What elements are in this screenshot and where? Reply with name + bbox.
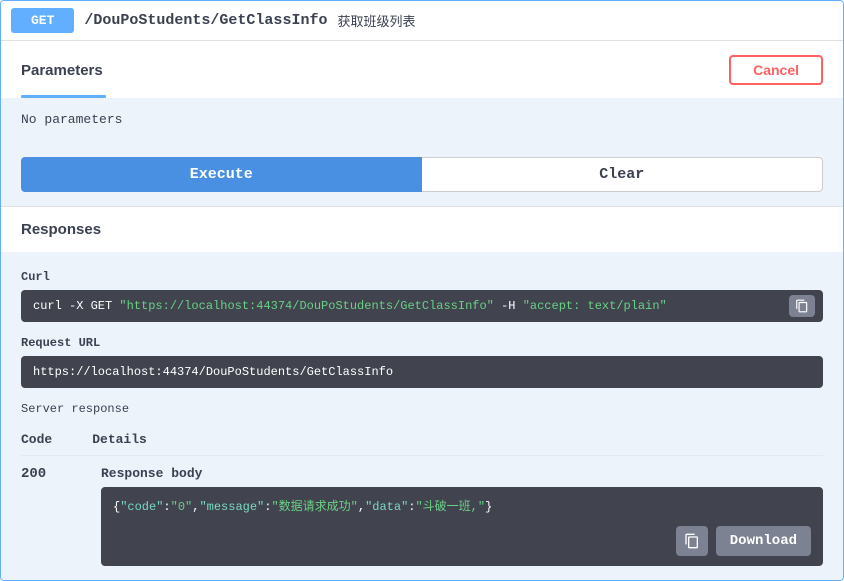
responses-title: Responses — [21, 221, 101, 238]
rb-val-message: "数据请求成功" — [271, 500, 357, 514]
curl-mid: -H — [494, 299, 523, 313]
parameters-body: No parameters Execute Clear — [1, 98, 843, 206]
rb-val-code: "0" — [171, 500, 193, 514]
response-body-label: Response body — [101, 466, 823, 481]
download-button[interactable]: Download — [716, 526, 811, 556]
clipboard-icon — [684, 533, 700, 549]
parameters-section: Parameters Cancel — [1, 41, 843, 98]
details-column-header: Details — [92, 432, 147, 447]
request-url-label: Request URL — [21, 336, 823, 350]
rb-key-code: "code" — [120, 500, 163, 514]
response-body-block: {"code":"0","message":"数据请求成功","data":"斗… — [101, 487, 823, 566]
endpoint-path: /DouPoStudents/GetClassInfo — [84, 12, 327, 29]
curl-header: "accept: text/plain" — [523, 299, 667, 313]
curl-command-block: curl -X GET "https://localhost:44374/Dou… — [21, 290, 823, 322]
operation-header[interactable]: GET /DouPoStudents/GetClassInfo 获取班级列表 — [1, 1, 843, 41]
server-response-label: Server response — [21, 402, 823, 416]
rb-val-data: "斗破一班," — [415, 500, 485, 514]
request-url-value: https://localhost:44374/DouPoStudents/Ge… — [33, 365, 393, 379]
api-operation-panel: GET /DouPoStudents/GetClassInfo 获取班级列表 P… — [0, 0, 844, 581]
rb-colon1: : — [163, 500, 170, 514]
clear-button[interactable]: Clear — [422, 157, 824, 192]
request-url-block: https://localhost:44374/DouPoStudents/Ge… — [21, 356, 823, 388]
execute-button[interactable]: Execute — [21, 157, 422, 192]
code-column-header: Code — [21, 432, 52, 447]
http-method-badge: GET — [11, 8, 74, 33]
cancel-button[interactable]: Cancel — [729, 55, 823, 85]
responses-header: Responses — [1, 207, 843, 252]
curl-prefix: curl -X GET — [33, 299, 119, 313]
parameters-title: Parameters — [21, 62, 103, 79]
rb-key-data: "data" — [365, 500, 408, 514]
copy-curl-button[interactable] — [789, 295, 815, 317]
curl-label: Curl — [21, 270, 823, 284]
responses-body: Curl curl -X GET "https://localhost:4437… — [1, 252, 843, 580]
rb-key-message: "message" — [199, 500, 264, 514]
rb-comma2: , — [358, 500, 365, 514]
rb-brace-close: } — [485, 500, 492, 514]
endpoint-summary: 获取班级列表 — [337, 11, 415, 30]
no-parameters-text: No parameters — [21, 112, 823, 147]
clipboard-icon — [795, 299, 809, 313]
curl-url: "https://localhost:44374/DouPoStudents/G… — [119, 299, 493, 313]
copy-response-button[interactable] — [676, 526, 708, 556]
status-code: 200 — [21, 466, 61, 482]
